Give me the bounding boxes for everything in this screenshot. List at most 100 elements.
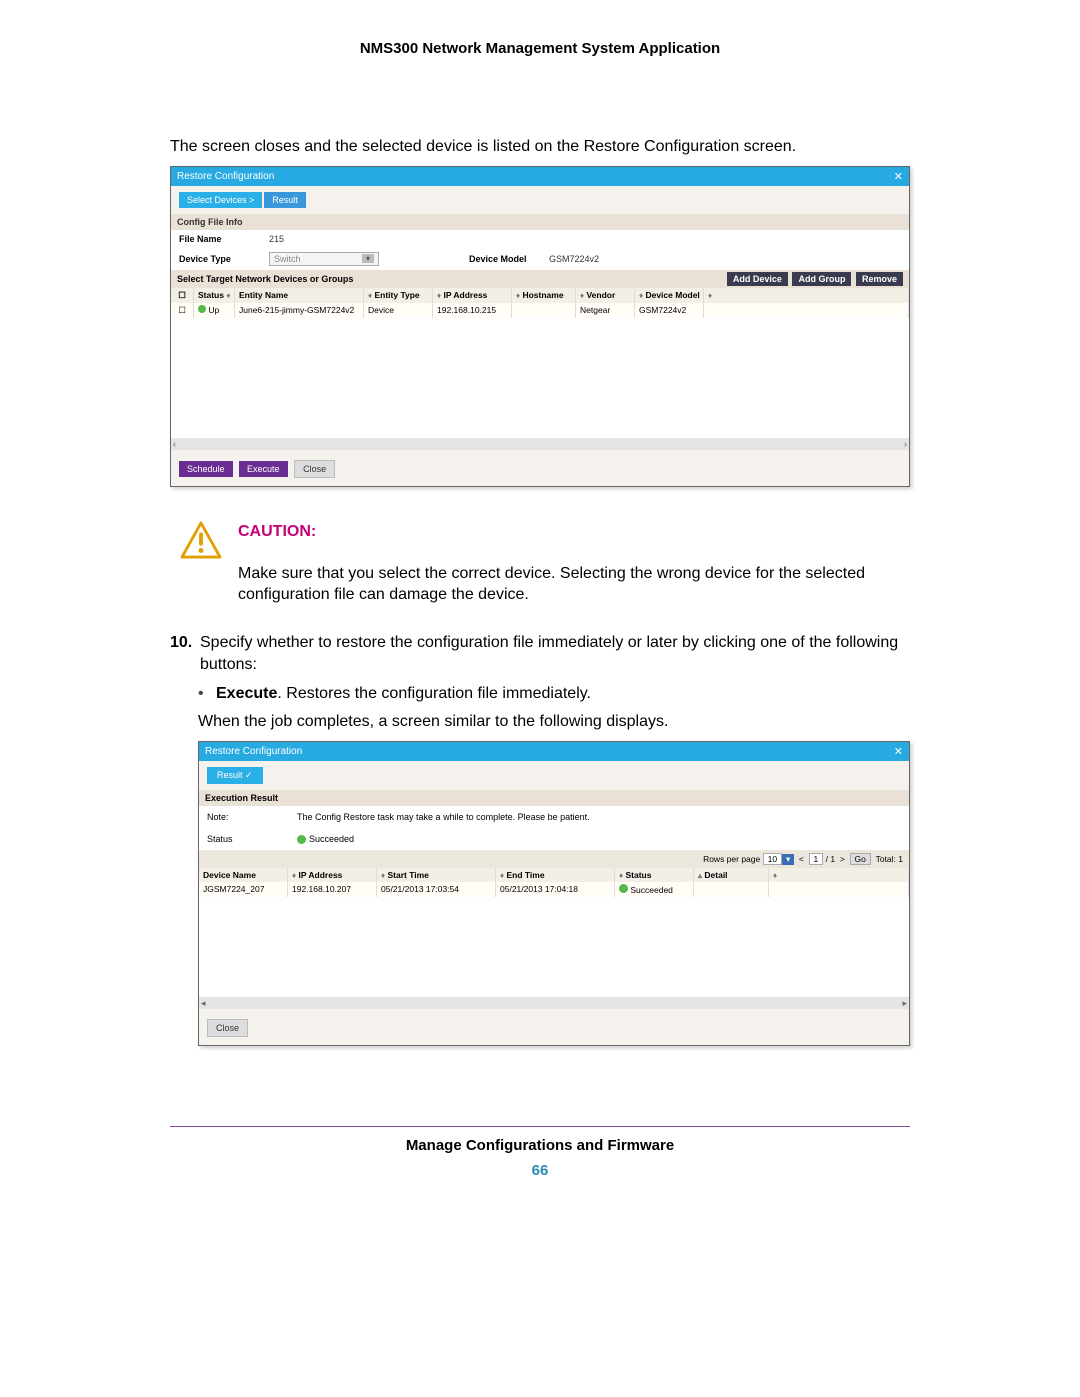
row-start: 05/21/2013 17:03:54 xyxy=(377,882,496,897)
wizard-tabs: Select Devices >Result xyxy=(171,186,909,214)
add-device-button[interactable]: Add Device xyxy=(727,272,788,286)
row-end: 05/21/2013 17:04:18 xyxy=(496,882,615,897)
dialog-title: Restore Configuration xyxy=(205,746,302,757)
scroll-right-icon[interactable]: ▸ xyxy=(902,998,907,1009)
note-label: Note: xyxy=(207,812,297,822)
tab-select-devices[interactable]: Select Devices > xyxy=(179,192,262,208)
row-ip: 192.168.10.215 xyxy=(433,303,512,318)
device-type-label: Device Type xyxy=(179,254,269,264)
scroll-right-icon[interactable]: › xyxy=(904,439,907,449)
close-icon[interactable]: ✕ xyxy=(894,745,903,758)
caution-body: Make sure that you select the correct de… xyxy=(238,563,910,606)
status-value: Succeeded xyxy=(297,834,354,844)
file-name-label: File Name xyxy=(179,234,269,244)
device-type-row: Device Type Switch ▾ Device Model GSM722… xyxy=(171,248,909,270)
dialog-footer: Close xyxy=(199,1009,909,1045)
col-checkbox[interactable]: ☐ xyxy=(171,288,194,303)
tab-result[interactable]: Result ✓ xyxy=(207,767,263,784)
pager-next[interactable]: > xyxy=(840,854,845,864)
col-device-model[interactable]: ♦ Device Model xyxy=(635,288,704,303)
check-ok-icon xyxy=(619,884,628,893)
row-status: Succeeded xyxy=(615,882,694,897)
page-number: 66 xyxy=(0,1162,1080,1179)
check-ok-icon xyxy=(297,835,306,844)
pager-go-button[interactable]: Go xyxy=(850,853,871,865)
document-header: NMS300 Network Management System Applica… xyxy=(170,40,910,57)
horizontal-scrollbar[interactable]: ◂ ▸ xyxy=(199,997,909,1009)
dialog-titlebar: Restore Configuration ✕ xyxy=(199,742,909,761)
col-start[interactable]: ♦ Start Time xyxy=(377,868,496,882)
device-type-select[interactable]: Switch ▾ xyxy=(269,252,379,266)
step-number: 10. xyxy=(170,632,200,675)
remove-button[interactable]: Remove xyxy=(856,272,903,286)
device-model-label: Device Model xyxy=(469,254,549,264)
device-table-header: ☐ Status ♦ Entity Name ♦ Entity Type ♦ I… xyxy=(171,288,909,303)
row-hostname xyxy=(512,303,576,318)
scroll-left-icon[interactable]: ◂ xyxy=(201,998,206,1009)
col-device-name[interactable]: Device Name xyxy=(199,868,288,882)
step-text: Specify whether to restore the configura… xyxy=(200,632,910,675)
chevron-down-icon[interactable]: ▾ xyxy=(782,854,794,865)
document-footer: Manage Configurations and Firmware xyxy=(0,1137,1080,1154)
tab-result[interactable]: Result xyxy=(264,192,306,208)
status-label: Status xyxy=(207,834,297,844)
add-group-button[interactable]: Add Group xyxy=(792,272,851,286)
col-detail[interactable]: ▴ Detail xyxy=(694,868,769,882)
config-file-info-heading: Config File Info xyxy=(171,214,909,230)
step-10: 10. Specify whether to restore the confi… xyxy=(170,632,910,675)
col-ip-address[interactable]: ♦ IP Address xyxy=(433,288,512,303)
select-target-label: Select Target Network Devices or Groups xyxy=(177,274,353,284)
horizontal-scrollbar[interactable]: ‹ › xyxy=(171,438,909,450)
file-name-value: 215 xyxy=(269,234,284,244)
rows-per-page-label: Rows per page xyxy=(703,854,760,864)
close-button[interactable]: Close xyxy=(207,1019,248,1037)
col-status[interactable]: Status ♦ xyxy=(194,288,235,303)
pager-page-input[interactable]: 1 xyxy=(809,853,824,865)
device-type-value: Switch xyxy=(274,254,301,264)
col-status[interactable]: ♦ Status xyxy=(615,868,694,882)
select-target-bar: Select Target Network Devices or Groups … xyxy=(171,270,909,288)
close-icon[interactable]: ✕ xyxy=(894,170,903,183)
row-entity-type: Device xyxy=(364,303,433,318)
row-status: Up xyxy=(194,303,235,318)
table-row[interactable]: JGSM7224_207 192.168.10.207 05/21/2013 1… xyxy=(199,882,909,897)
table-row[interactable]: ☐ Up June6-215-jimmy-GSM7224v2 Device 19… xyxy=(171,303,909,318)
restore-config-screenshot-2: Restore Configuration ✕ Result ✓ Executi… xyxy=(198,741,910,1046)
row-vendor: Netgear xyxy=(576,303,635,318)
table-empty-area xyxy=(199,897,909,997)
execute-button[interactable]: Execute xyxy=(239,461,288,477)
warning-triangle-icon xyxy=(180,521,222,559)
device-model-value: GSM7224v2 xyxy=(549,254,599,264)
dialog-title: Restore Configuration xyxy=(177,171,274,182)
rows-per-page-value[interactable]: 10 xyxy=(763,853,782,865)
restore-config-screenshot-1: Restore Configuration ✕ Select Devices >… xyxy=(170,166,910,487)
status-up-icon xyxy=(198,305,206,313)
intro-paragraph: The screen closes and the selected devic… xyxy=(170,137,910,158)
bullet-icon: • xyxy=(198,685,216,703)
pager-total: Total: 1 xyxy=(876,854,903,864)
pager-prev[interactable]: < xyxy=(799,854,804,864)
bullet-text: Execute. Restores the configuration file… xyxy=(216,685,591,703)
table-empty-area xyxy=(171,318,909,438)
col-end[interactable]: ♦ End Time xyxy=(496,868,615,882)
col-entity-type[interactable]: ♦ Entity Type xyxy=(364,288,433,303)
scroll-left-icon[interactable]: ‹ xyxy=(173,439,176,449)
execution-result-heading: Execution Result xyxy=(199,790,909,806)
note-row: Note: The Config Restore task may take a… xyxy=(199,806,909,828)
chevron-down-icon: ▾ xyxy=(362,254,374,263)
row-checkbox[interactable]: ☐ xyxy=(171,303,194,318)
schedule-button[interactable]: Schedule xyxy=(179,461,233,477)
status-row: Status Succeeded xyxy=(199,828,909,850)
note-text: The Config Restore task may take a while… xyxy=(297,812,590,822)
col-ip[interactable]: ♦ IP Address xyxy=(288,868,377,882)
caution-title: CAUTION: xyxy=(238,523,316,559)
close-button[interactable]: Close xyxy=(294,460,335,478)
row-entity-name: June6-215-jimmy-GSM7224v2 xyxy=(235,303,364,318)
caution-block: CAUTION: xyxy=(170,517,910,559)
col-vendor[interactable]: ♦ Vendor xyxy=(576,288,635,303)
col-entity-name[interactable]: Entity Name xyxy=(235,288,364,303)
row-ip: 192.168.10.207 xyxy=(288,882,377,897)
file-name-row: File Name 215 xyxy=(171,230,909,248)
col-hostname[interactable]: ♦ Hostname xyxy=(512,288,576,303)
row-device-model: GSM7224v2 xyxy=(635,303,704,318)
